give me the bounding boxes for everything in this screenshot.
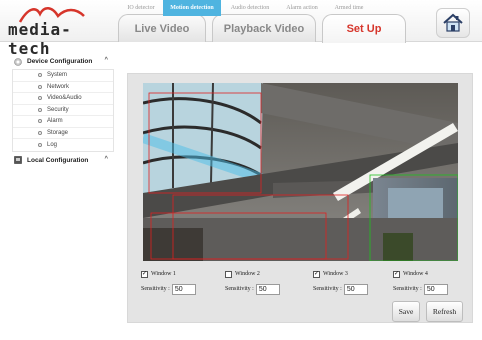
sidebar: Device Configuration ^ System Network Vi…	[12, 55, 114, 173]
sidebar-item-label: Alarm	[47, 118, 63, 125]
bullet-icon	[38, 73, 42, 78]
window-4-sensitivity: Sensitivity : 50	[393, 283, 448, 295]
sidebar-item-label: Network	[47, 83, 70, 90]
sensitivity-input-1[interactable]: 50	[171, 283, 196, 295]
sidebar-item-alarm[interactable]: Alarm	[13, 116, 113, 128]
save-button[interactable]: Save	[392, 301, 420, 322]
sidebar-items: System Network Video&Audio Security Alar…	[12, 69, 114, 152]
window-label: Window 1	[151, 271, 176, 277]
sidebar-item-log[interactable]: Log	[13, 139, 113, 151]
subtab-audio-detection[interactable]: Audio detection	[225, 0, 275, 16]
sidebar-group-label: Local Configuration	[27, 156, 89, 164]
checkbox-checked-icon[interactable]: ✓	[141, 270, 148, 278]
sensitivity-label: Sensitivity :	[313, 286, 342, 292]
window-1-toggle[interactable]: ✓ Window 1	[141, 269, 176, 279]
sensitivity-label: Sensitivity :	[225, 286, 254, 292]
sidebar-item-storage[interactable]: Storage	[13, 128, 113, 139]
sensitivity-input-3[interactable]: 50	[343, 283, 368, 295]
window-4-toggle[interactable]: ✓ Window 4	[393, 269, 428, 279]
sidebar-item-label: System	[47, 72, 68, 79]
sensitivity-input-4[interactable]: 50	[423, 283, 448, 295]
chevron-up-icon[interactable]: ^	[104, 156, 108, 162]
subtab-motion-detection[interactable]: Motion detection	[163, 0, 221, 16]
window-2-sensitivity: Sensitivity : 50	[225, 283, 280, 295]
refresh-button[interactable]: Refresh	[426, 301, 463, 322]
sensitivity-label: Sensitivity :	[141, 286, 170, 292]
camera-preview[interactable]	[143, 83, 458, 261]
local-config-icon	[14, 156, 22, 164]
sidebar-item-label: Video&Audio	[47, 95, 82, 102]
checkbox-unchecked-icon[interactable]	[225, 270, 232, 278]
subtab-label: Armed time	[334, 5, 364, 11]
window-label: Window 3	[323, 271, 348, 277]
sidebar-item-label: Security	[47, 106, 69, 113]
sidebar-group-device-configuration[interactable]: Device Configuration ^	[12, 55, 114, 68]
subtab-label: Audio detection	[230, 5, 270, 11]
tab-label: Live Video	[134, 22, 190, 35]
tab-live-video[interactable]: Live Video	[118, 14, 206, 42]
sensitivity-label: Sensitivity :	[393, 286, 422, 292]
bullet-icon	[38, 119, 42, 124]
home-icon	[443, 13, 463, 32]
brand-logo: media-tech	[8, 4, 108, 58]
checkbox-checked-icon[interactable]: ✓	[313, 270, 320, 278]
sidebar-item-security[interactable]: Security	[13, 105, 113, 116]
subtab-label: Alarm action	[286, 5, 318, 11]
sidebar-group-label: Device Configuration	[27, 58, 93, 65]
subtab-armed-time[interactable]: Armed time	[329, 0, 369, 16]
chevron-up-icon[interactable]: ^	[104, 57, 108, 63]
sidebar-item-network[interactable]: Network	[13, 82, 113, 93]
subtab-label: IO detector	[127, 5, 155, 11]
window-label: Window 4	[403, 271, 428, 277]
window-label: Window 2	[235, 271, 260, 277]
subtab-io-detector[interactable]: IO detector	[122, 0, 160, 16]
tab-label: Set Up	[346, 23, 382, 35]
sidebar-item-label: Storage	[47, 129, 69, 136]
window-3-sensitivity: Sensitivity : 50	[313, 283, 368, 295]
checkbox-checked-icon[interactable]: ✓	[393, 270, 400, 278]
window-2-toggle[interactable]: Window 2	[225, 269, 260, 279]
window-1-sensitivity: Sensitivity : 50	[141, 283, 196, 295]
sidebar-item-video-audio[interactable]: Video&Audio	[13, 93, 113, 105]
subtab-alarm-action[interactable]: Alarm action	[280, 0, 324, 16]
sidebar-group-local-configuration[interactable]: Local Configuration ^	[12, 154, 114, 167]
subtab-label: Motion detection	[170, 5, 214, 11]
sensitivity-input-2[interactable]: 50	[255, 283, 280, 295]
tab-label: Playback Video	[223, 22, 305, 35]
bullet-icon	[38, 96, 42, 101]
device-config-icon	[14, 57, 22, 66]
bullet-icon	[38, 84, 42, 89]
logo-text: media-tech	[8, 20, 72, 58]
bullet-icon	[38, 142, 42, 147]
bullet-icon	[38, 130, 42, 135]
home-button[interactable]	[436, 8, 470, 38]
tab-set-up[interactable]: Set Up	[322, 14, 406, 43]
bullet-icon	[38, 107, 42, 112]
window-3-toggle[interactable]: ✓ Window 3	[313, 269, 348, 279]
sidebar-item-label: Log	[47, 141, 58, 148]
sidebar-item-system[interactable]: System	[13, 70, 113, 82]
tab-playback-video[interactable]: Playback Video	[212, 14, 316, 42]
camera-image	[143, 83, 458, 261]
